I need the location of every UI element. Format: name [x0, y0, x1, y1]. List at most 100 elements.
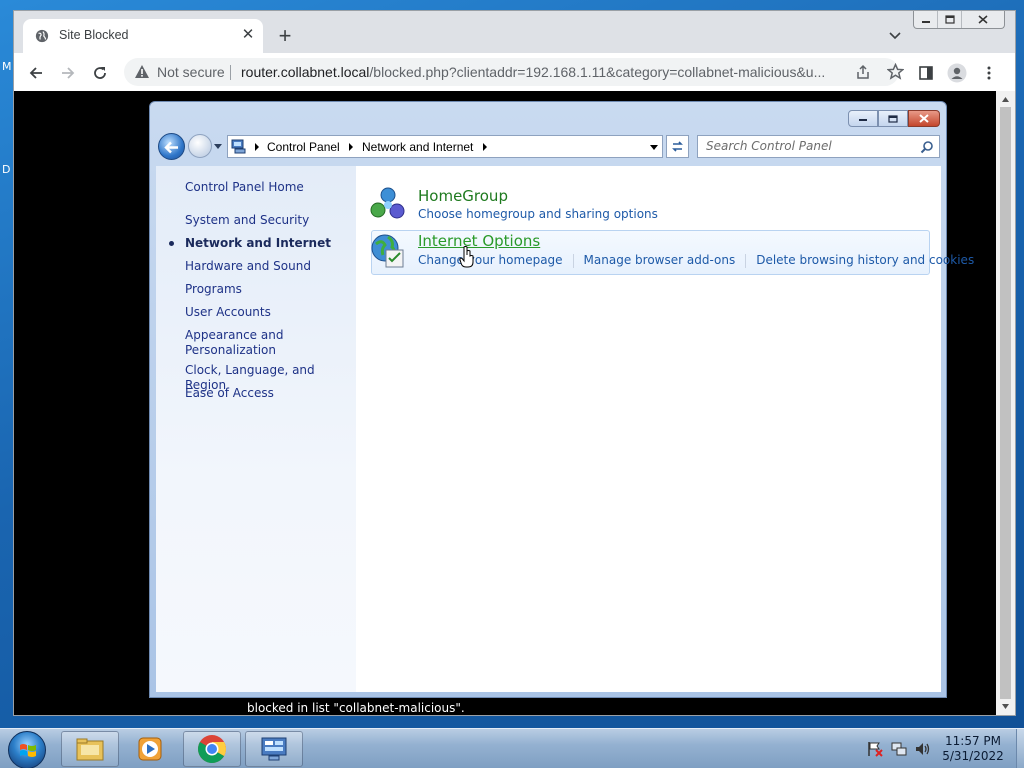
cp-close-button[interactable] [908, 110, 940, 127]
profile-avatar-icon [947, 63, 967, 83]
homegroup-links: Choose homegroup and sharing options [418, 207, 658, 221]
breadcrumb-control-panel[interactable]: Control Panel [267, 140, 340, 154]
browser-window: Site Blocked ✕ + Not secure router.colla… [13, 10, 1016, 716]
tab-site-blocked[interactable]: Site Blocked ✕ [23, 19, 263, 53]
breadcrumb-separator-icon[interactable] [349, 143, 353, 151]
cp-minimize-button[interactable] [848, 110, 878, 127]
homegroup-title-link[interactable]: HomeGroup [418, 187, 508, 205]
cp-window-controls [848, 110, 940, 127]
new-tab-button[interactable]: + [273, 25, 297, 49]
choose-homegroup-link[interactable]: Choose homegroup and sharing options [418, 207, 658, 221]
maximize-icon [888, 114, 898, 123]
chrome-icon [198, 735, 226, 763]
taskbar-media-player[interactable] [121, 731, 179, 767]
action-center-flag-icon[interactable] [866, 740, 884, 758]
taskbar-explorer[interactable] [61, 731, 119, 767]
link-divider [745, 254, 747, 268]
homegroup-icon [370, 187, 405, 219]
cp-maximize-button[interactable] [878, 110, 908, 127]
sidebar-item-network-and-internet[interactable]: Network and Internet [185, 236, 355, 251]
not-secure-label[interactable]: Not secure [157, 64, 225, 80]
tab-strip: Site Blocked ✕ + [14, 11, 1015, 53]
side-panel-icon [919, 66, 933, 80]
minimize-button[interactable] [914, 11, 938, 28]
bookmark-star-icon[interactable] [887, 63, 904, 80]
url-host: router.collabnet.local [241, 64, 370, 80]
show-desktop-button[interactable] [1016, 729, 1024, 768]
system-clock[interactable]: 11:57 PM 5/31/2022 [930, 734, 1016, 764]
desktop-icon-label: D [2, 163, 11, 176]
sidebar-item-user-accounts[interactable]: User Accounts [185, 305, 355, 320]
tab-search-chevron-icon[interactable] [887, 27, 903, 43]
globe-icon [35, 29, 49, 43]
forward-arrow-icon [62, 67, 75, 79]
breadcrumb-network-and-internet[interactable]: Network and Internet [362, 140, 473, 154]
scroll-up-arrow-icon[interactable] [1001, 95, 1010, 104]
cp-back-button[interactable] [158, 133, 185, 160]
blocked-message: blocked in list "collabnet-malicious". [247, 701, 465, 715]
minimize-icon [859, 118, 867, 121]
clock-date: 5/31/2022 [942, 749, 1004, 763]
search-input[interactable] [706, 139, 906, 153]
internet-options-icon [371, 234, 404, 268]
side-panel-button[interactable] [914, 61, 938, 85]
scroll-down-arrow-icon[interactable] [1001, 702, 1010, 711]
address-dropdown-icon[interactable] [650, 145, 658, 150]
sidebar-item-ease-of-access[interactable]: Ease of Access [185, 386, 355, 401]
vertical-scrollbar[interactable] [996, 91, 1015, 715]
clock-time: 11:57 PM [945, 734, 1001, 748]
forward-button[interactable] [56, 61, 80, 85]
sidebar-item-appearance-and-personalization[interactable]: Appearance and Personalization [185, 328, 355, 358]
control-panel-window: Control Panel Network and Internet Contr… [149, 101, 974, 698]
reload-icon [94, 67, 106, 79]
close-icon [978, 15, 988, 24]
share-icon[interactable] [855, 64, 871, 80]
cp-search-box[interactable] [697, 135, 940, 158]
window-controls [913, 11, 1005, 29]
cp-sidebar: Control Panel Home System and Security N… [156, 166, 356, 692]
taskbar-control-panel[interactable] [245, 731, 303, 767]
start-button[interactable] [8, 731, 46, 768]
taskbar-chrome[interactable] [183, 731, 241, 767]
desktop-icon-label: M [2, 60, 12, 73]
chrome-menu-button[interactable] [977, 61, 1001, 85]
tab-close-icon[interactable]: ✕ [239, 26, 257, 44]
change-homepage-link[interactable]: Change your homepage [418, 253, 563, 268]
close-icon [919, 114, 929, 123]
breadcrumb-separator-icon[interactable] [255, 143, 259, 151]
manage-add-ons-link[interactable]: Manage browser add-ons [584, 253, 736, 268]
internet-options-title-link[interactable]: Internet Options [418, 232, 540, 250]
taskbar: 11:57 PM 5/31/2022 [0, 728, 1024, 768]
back-button[interactable] [24, 61, 48, 85]
folder-icon [76, 738, 104, 761]
profile-button[interactable] [945, 61, 969, 85]
url-text[interactable]: router.collabnet.local/blocked.php?clien… [241, 64, 836, 80]
sidebar-item-programs[interactable]: Programs [185, 282, 355, 297]
refresh-icon [672, 141, 683, 152]
sidebar-item-control-panel-home[interactable]: Control Panel Home [185, 180, 355, 195]
sidebar-item-system-and-security[interactable]: System and Security [185, 213, 355, 228]
cp-refresh-button[interactable] [666, 135, 689, 158]
scrollbar-thumb[interactable] [1000, 107, 1011, 699]
back-arrow-icon [29, 67, 42, 79]
sidebar-item-hardware-and-sound[interactable]: Hardware and Sound [185, 259, 355, 274]
cp-content-pane: HomeGroup Choose homegroup and sharing o… [356, 166, 974, 692]
recent-pages-chevron-icon[interactable] [214, 144, 222, 149]
back-arrow-icon [164, 141, 178, 154]
maximize-button[interactable] [938, 11, 962, 28]
cp-address-bar[interactable]: Control Panel Network and Internet [227, 135, 663, 158]
cp-forward-button[interactable] [188, 134, 212, 158]
control-panel-icon [231, 139, 246, 154]
close-button[interactable] [962, 11, 1004, 28]
breadcrumb-separator-icon[interactable] [483, 143, 487, 151]
delete-browsing-history-link[interactable]: Delete browsing history and cookies [756, 253, 974, 268]
url-path: /blocked.php?clientaddr=192.168.1.11&cat… [369, 64, 826, 80]
reload-button[interactable] [88, 61, 112, 85]
kebab-menu-icon [987, 66, 991, 80]
network-icon[interactable] [890, 740, 908, 758]
tab-title: Site Blocked [59, 28, 129, 42]
internet-options-links: Change your homepage Manage browser add-… [418, 253, 974, 268]
search-icon[interactable] [920, 140, 934, 154]
address-bar[interactable]: Not secure router.collabnet.local/blocke… [124, 58, 904, 86]
browser-toolbar: Not secure router.collabnet.local/blocke… [14, 53, 1015, 91]
